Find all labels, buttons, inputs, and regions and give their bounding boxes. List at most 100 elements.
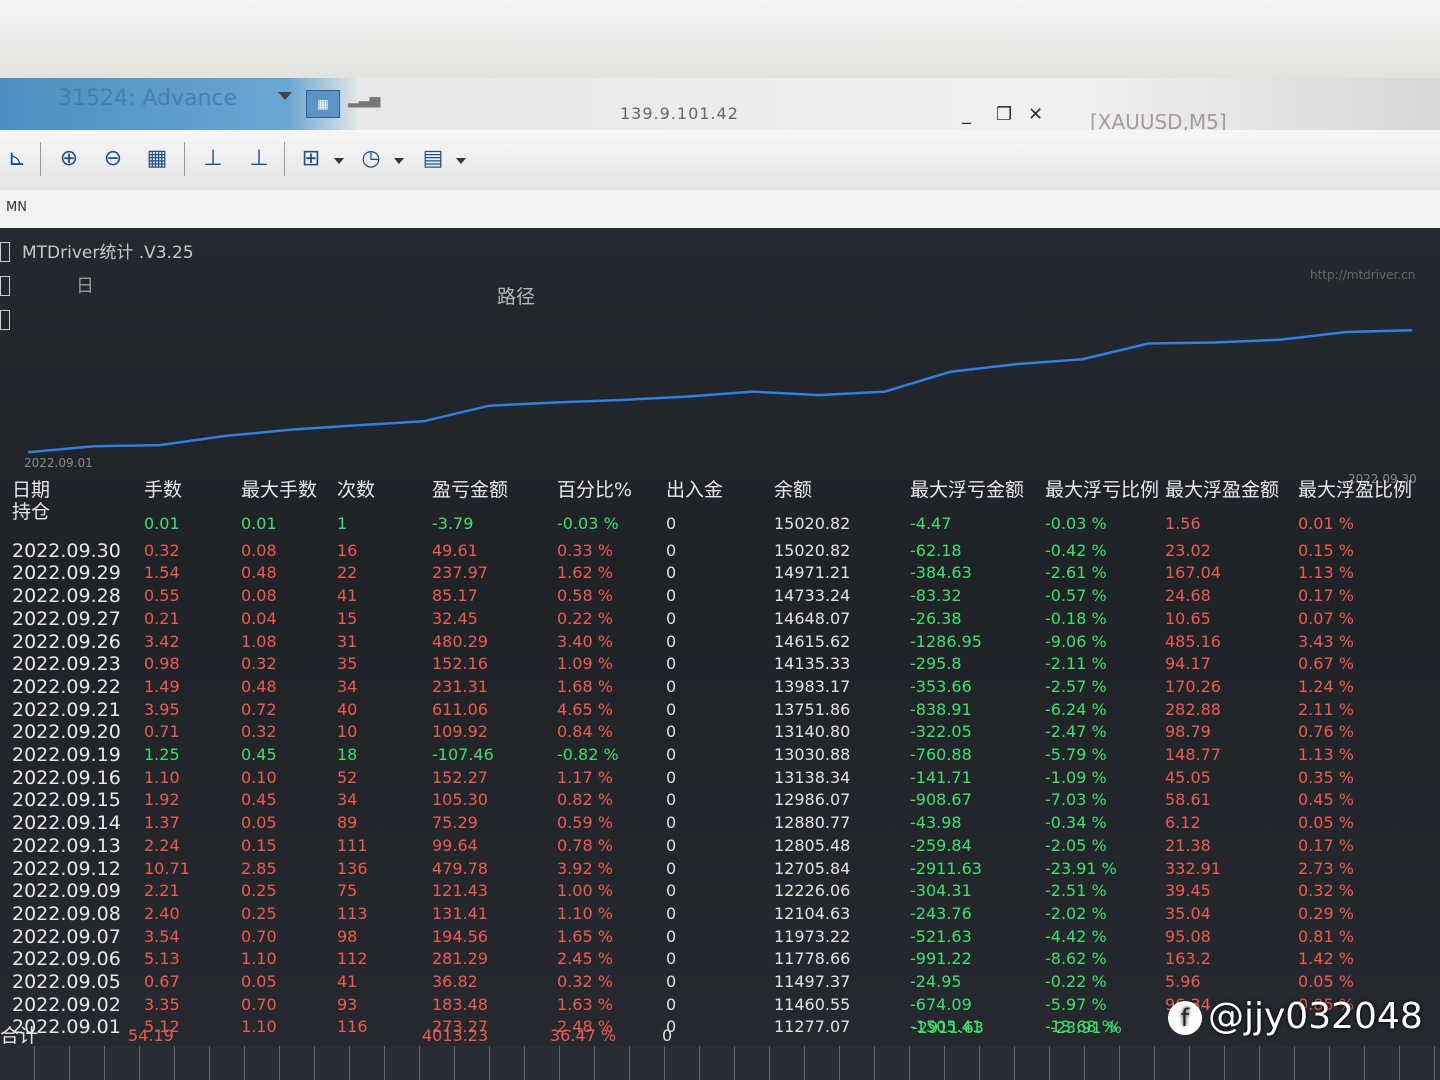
app-title: 31524: Advance [58, 86, 238, 111]
lots-cell: 0.98 [144, 654, 180, 673]
date-cell: 2022.09.13 [12, 835, 121, 857]
date-cell: 2022.09.14 [12, 812, 121, 834]
totals-max-drawdown: -2911.63 [912, 1018, 984, 1037]
column-header: 盈亏金额 [432, 479, 509, 501]
chart-shift-icon[interactable]: ⊾ [2, 144, 32, 174]
pnl-cell: 611.06 [432, 700, 488, 719]
chart-shift-end-icon[interactable]: ⊥ [244, 144, 274, 174]
max-float-profit-cell: 163.2 [1165, 949, 1211, 968]
count-cell: 113 [337, 904, 368, 923]
lots-cell: 0.32 [144, 541, 180, 560]
max-drawdown-pct-cell: -4.42 % [1045, 927, 1107, 946]
periods-clock-icon[interactable]: ◷ [356, 144, 386, 174]
deposit-cell: 0 [666, 859, 677, 878]
date-cell: 2022.09.30 [12, 540, 121, 562]
equity-curve-chart [27, 329, 1413, 454]
panel-title: MTDriver统计 .V3.25 [22, 243, 194, 263]
templates-icon[interactable]: ▤ [418, 144, 448, 174]
toolbar-separator [284, 142, 285, 176]
max-float-profit-cell: 6.12 [1165, 813, 1201, 832]
chevron-down-icon[interactable] [278, 92, 292, 100]
lots-cell: 0.55 [144, 586, 180, 605]
balance-cell: 13030.88 [774, 745, 851, 764]
pnl-cell: 121.43 [432, 881, 488, 900]
max-float-profit-pct-cell: 0.05 % [1298, 813, 1354, 832]
count-cell: 10 [337, 722, 358, 741]
count-cell: 31 [337, 632, 358, 651]
chevron-down-icon[interactable] [456, 158, 466, 164]
max-drawdown-pct-cell: -2.47 % [1045, 722, 1107, 741]
percent-cell: 0.33 % [557, 541, 613, 560]
max-lots-cell: 0.08 [241, 586, 277, 605]
date-cell: 2022.09.07 [12, 926, 121, 948]
chevron-down-icon[interactable] [394, 158, 404, 164]
max-drawdown-cell: -760.88 [910, 745, 972, 764]
chart-title: 路径 [497, 286, 536, 308]
toolbar-separator [184, 142, 185, 176]
balance-cell: 12805.48 [774, 836, 851, 855]
max-drawdown-cell: -838.91 [910, 700, 972, 719]
date-cell: 2022.09.23 [12, 653, 121, 675]
stats-panel: MTDriver统计 .V3.25 http://mtdriver.cn 日 路… [0, 228, 1440, 1080]
minimize-button[interactable]: _ [962, 104, 971, 125]
column-header: 百分比% [557, 479, 633, 501]
panel-url[interactable]: http://mtdriver.cn [1310, 268, 1415, 282]
balance-cell: 12104.63 [774, 904, 851, 923]
ghost-tab-label: 日 [76, 276, 94, 297]
deposit-cell: 0 [666, 813, 677, 832]
max-lots-cell: 0.32 [241, 654, 277, 673]
max-float-profit-pct-cell: 0.07 % [1298, 609, 1354, 628]
percent-cell: 4.65 % [557, 700, 613, 719]
column-header: 最大浮亏比例 [1045, 479, 1160, 501]
max-float-profit-pct-cell: 0.17 % [1298, 836, 1354, 855]
tile-windows-icon[interactable]: ▦ [142, 144, 172, 174]
max-drawdown-cell: -1286.95 [910, 632, 982, 651]
totals-pnl: 4013.23 [422, 1026, 489, 1045]
close-button[interactable]: ✕ [1028, 104, 1043, 125]
restore-button[interactable]: ❐ [996, 104, 1012, 125]
date-cell: 2022.09.26 [12, 631, 121, 653]
date-cell: 2022.09.12 [12, 858, 121, 880]
zoom-in-icon[interactable]: ⊕ [54, 144, 84, 174]
column-header: 最大浮亏金额 [910, 479, 1025, 501]
percent-cell: 0.78 % [557, 836, 613, 855]
date-cell: 2022.09.21 [12, 699, 121, 721]
max-drawdown-cell: -83.32 [910, 586, 962, 605]
connection-icon[interactable]: ▦ [306, 90, 340, 118]
timeframe-bar: MN [0, 190, 1440, 229]
balance-cell: 11460.55 [774, 995, 851, 1014]
max-float-profit-cell: 58.61 [1165, 790, 1211, 809]
chevron-down-icon[interactable] [334, 158, 344, 164]
balance-cell: 14733.24 [774, 586, 851, 605]
count-cell: 136 [337, 859, 368, 878]
max-float-profit-pct-cell: 3.43 % [1298, 632, 1354, 651]
count-cell: 16 [337, 541, 358, 560]
max-drawdown-cell: -4.47 [910, 514, 952, 533]
max-lots-cell: 0.45 [241, 790, 277, 809]
timeframe-mn[interactable]: MN [6, 200, 27, 215]
deposit-cell: 0 [666, 722, 677, 741]
indicators-icon[interactable]: ⊞ [296, 144, 326, 174]
max-float-profit-cell: 98.79 [1165, 722, 1211, 741]
deposit-cell: 0 [666, 541, 677, 560]
zoom-out-icon[interactable]: ⊖ [98, 144, 128, 174]
max-drawdown-pct-cell: -1.09 % [1045, 768, 1107, 787]
date-cell: 2022.09.15 [12, 789, 121, 811]
max-drawdown-cell: -62.18 [910, 541, 962, 560]
max-float-profit-pct-cell: 0.29 % [1298, 904, 1354, 923]
count-cell: 52 [337, 768, 358, 787]
max-lots-cell: 0.70 [241, 927, 277, 946]
column-header: 次数 [337, 479, 376, 501]
window-title-bar: 31524: Advance ▦ ▂▃▅ 139.9.101.42 _ ❐ ✕ … [0, 78, 1440, 134]
pnl-cell: 479.78 [432, 859, 488, 878]
pnl-cell: 194.56 [432, 927, 488, 946]
time-scale [0, 1046, 1440, 1080]
lots-cell: 2.40 [144, 904, 180, 923]
pnl-cell: 99.64 [432, 836, 478, 855]
count-cell: 1 [337, 514, 348, 533]
max-float-profit-cell: 24.68 [1165, 586, 1211, 605]
auto-scroll-icon[interactable]: ⊥ [198, 144, 228, 174]
column-header: 最大手数 [241, 479, 318, 501]
max-drawdown-cell: -991.22 [910, 949, 972, 968]
max-drawdown-cell: -521.63 [910, 927, 972, 946]
